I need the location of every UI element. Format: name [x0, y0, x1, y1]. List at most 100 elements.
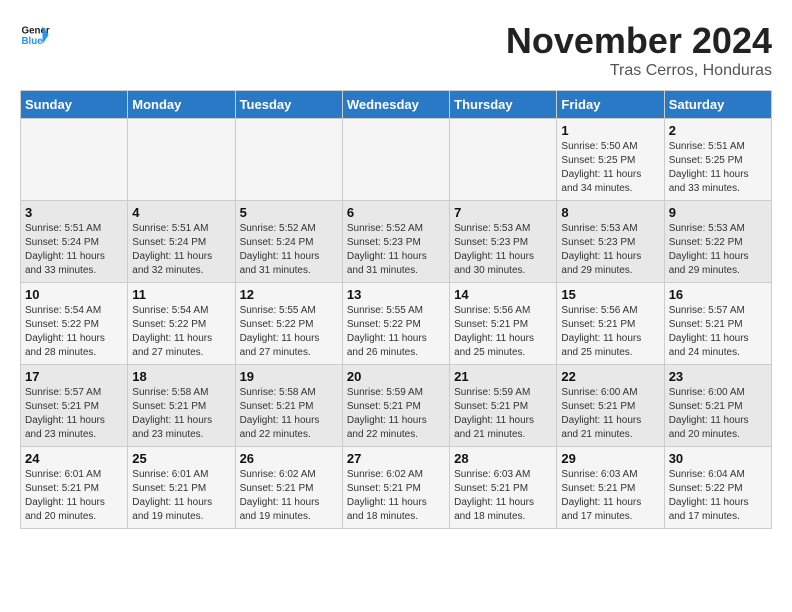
title-block: November 2024 Tras Cerros, Honduras [506, 20, 772, 80]
calendar-cell [450, 119, 557, 201]
day-number: 2 [669, 123, 767, 138]
day-number: 9 [669, 205, 767, 220]
day-info: Sunrise: 6:01 AM Sunset: 5:21 PM Dayligh… [25, 468, 123, 524]
calendar-cell: 26Sunrise: 6:02 AM Sunset: 5:21 PM Dayli… [235, 447, 342, 529]
day-number: 1 [561, 123, 659, 138]
calendar-week-row: 17 Sunrise: 5:57 AM Sunset: 5:21 PM Dayli… [21, 365, 772, 447]
day-info: Sunrise: 5:58 AM Sunset: 5:21 PM Dayligh… [240, 386, 338, 442]
day-number: 3 [25, 205, 123, 220]
calendar-cell: 12Sunrise: 5:55 AM Sunset: 5:22 PM Dayli… [235, 283, 342, 365]
calendar-cell: 1 Sunrise: 5:50 AM Sunset: 5:25 PM Daylig… [557, 119, 664, 201]
calendar-cell: 7Sunrise: 5:53 AM Sunset: 5:23 PM Daylig… [450, 201, 557, 283]
day-info: Sunrise: 5:51 AM Sunset: 5:24 PM Dayligh… [132, 222, 230, 278]
day-number: 13 [347, 287, 445, 302]
day-number: 30 [669, 451, 767, 466]
day-info: Sunrise: 5:53 AM Sunset: 5:22 PM Dayligh… [669, 222, 767, 278]
weekday-header: Tuesday [235, 91, 342, 119]
day-info: Sunrise: 5:52 AM Sunset: 5:24 PM Dayligh… [240, 222, 338, 278]
day-info: Sunrise: 6:00 AM Sunset: 5:21 PM Dayligh… [669, 386, 767, 442]
calendar-cell: 18 Sunrise: 5:58 AM Sunset: 5:21 PM Dayli… [128, 365, 235, 447]
calendar-cell [235, 119, 342, 201]
calendar-cell: 22 Sunrise: 6:00 AM Sunset: 5:21 PM Dayli… [557, 365, 664, 447]
day-info: Sunrise: 6:03 AM Sunset: 5:21 PM Dayligh… [561, 468, 659, 524]
day-info: Sunrise: 5:59 AM Sunset: 5:21 PM Dayligh… [454, 386, 552, 442]
calendar-cell: 24Sunrise: 6:01 AM Sunset: 5:21 PM Dayli… [21, 447, 128, 529]
day-info: Sunrise: 6:04 AM Sunset: 5:22 PM Dayligh… [669, 468, 767, 524]
day-number: 22 [561, 369, 659, 384]
day-info: Sunrise: 5:53 AM Sunset: 5:23 PM Dayligh… [561, 222, 659, 278]
calendar-cell: 20 Sunrise: 5:59 AM Sunset: 5:21 PM Dayli… [342, 365, 449, 447]
day-number: 12 [240, 287, 338, 302]
day-info: Sunrise: 5:51 AM Sunset: 5:24 PM Dayligh… [25, 222, 123, 278]
weekday-header: Friday [557, 91, 664, 119]
weekday-header: Thursday [450, 91, 557, 119]
day-number: 4 [132, 205, 230, 220]
day-info: Sunrise: 5:50 AM Sunset: 5:25 PM Dayligh… [561, 140, 659, 196]
logo: General Blue [20, 20, 50, 50]
day-number: 19 [240, 369, 338, 384]
day-info: Sunrise: 5:57 AM Sunset: 5:21 PM Dayligh… [25, 386, 123, 442]
calendar-cell: 23 Sunrise: 6:00 AM Sunset: 5:21 PM Dayli… [664, 365, 771, 447]
day-info: Sunrise: 6:00 AM Sunset: 5:21 PM Dayligh… [561, 386, 659, 442]
calendar-cell: 30 Sunrise: 6:04 AM Sunset: 5:22 PM Dayli… [664, 447, 771, 529]
page-header: General Blue November 2024 Tras Cerros, … [20, 20, 772, 80]
calendar-cell: 4 Sunrise: 5:51 AM Sunset: 5:24 PM Daylig… [128, 201, 235, 283]
day-number: 25 [132, 451, 230, 466]
day-number: 27 [347, 451, 445, 466]
weekday-header: Saturday [664, 91, 771, 119]
month-title: November 2024 [506, 20, 772, 62]
day-number: 6 [347, 205, 445, 220]
day-info: Sunrise: 5:54 AM Sunset: 5:22 PM Dayligh… [25, 304, 123, 360]
day-number: 23 [669, 369, 767, 384]
svg-text:Blue: Blue [22, 36, 44, 47]
weekday-header: Sunday [21, 91, 128, 119]
calendar-cell [342, 119, 449, 201]
day-number: 16 [669, 287, 767, 302]
day-number: 21 [454, 369, 552, 384]
calendar-week-row: 1 Sunrise: 5:50 AM Sunset: 5:25 PM Daylig… [21, 119, 772, 201]
calendar-cell: 6 Sunrise: 5:52 AM Sunset: 5:23 PM Daylig… [342, 201, 449, 283]
weekday-header: Monday [128, 91, 235, 119]
day-info: Sunrise: 5:59 AM Sunset: 5:21 PM Dayligh… [347, 386, 445, 442]
day-info: Sunrise: 5:52 AM Sunset: 5:23 PM Dayligh… [347, 222, 445, 278]
weekday-header: Wednesday [342, 91, 449, 119]
day-number: 14 [454, 287, 552, 302]
calendar-body: 1 Sunrise: 5:50 AM Sunset: 5:25 PM Daylig… [21, 119, 772, 529]
calendar-cell: 15Sunrise: 5:56 AM Sunset: 5:21 PM Dayli… [557, 283, 664, 365]
calendar-cell: 3 Sunrise: 5:51 AM Sunset: 5:24 PM Daylig… [21, 201, 128, 283]
calendar-cell: 9 Sunrise: 5:53 AM Sunset: 5:22 PM Daylig… [664, 201, 771, 283]
day-info: Sunrise: 5:57 AM Sunset: 5:21 PM Dayligh… [669, 304, 767, 360]
logo-icon: General Blue [20, 20, 50, 50]
calendar-cell: 28 Sunrise: 6:03 AM Sunset: 5:21 PM Dayli… [450, 447, 557, 529]
calendar-cell [21, 119, 128, 201]
calendar-cell: 25Sunrise: 6:01 AM Sunset: 5:21 PM Dayli… [128, 447, 235, 529]
day-info: Sunrise: 5:58 AM Sunset: 5:21 PM Dayligh… [132, 386, 230, 442]
calendar-cell: 16 Sunrise: 5:57 AM Sunset: 5:21 PM Dayli… [664, 283, 771, 365]
calendar-cell: 8Sunrise: 5:53 AM Sunset: 5:23 PM Daylig… [557, 201, 664, 283]
day-info: Sunrise: 6:02 AM Sunset: 5:21 PM Dayligh… [347, 468, 445, 524]
day-number: 20 [347, 369, 445, 384]
day-info: Sunrise: 5:51 AM Sunset: 5:25 PM Dayligh… [669, 140, 767, 196]
calendar-cell: 10Sunrise: 5:54 AM Sunset: 5:22 PM Dayli… [21, 283, 128, 365]
day-info: Sunrise: 6:03 AM Sunset: 5:21 PM Dayligh… [454, 468, 552, 524]
calendar-cell: 2 Sunrise: 5:51 AM Sunset: 5:25 PM Daylig… [664, 119, 771, 201]
day-number: 11 [132, 287, 230, 302]
day-info: Sunrise: 5:56 AM Sunset: 5:21 PM Dayligh… [454, 304, 552, 360]
calendar-cell: 17 Sunrise: 5:57 AM Sunset: 5:21 PM Dayli… [21, 365, 128, 447]
day-number: 18 [132, 369, 230, 384]
location-subtitle: Tras Cerros, Honduras [506, 62, 772, 80]
day-number: 28 [454, 451, 552, 466]
calendar-week-row: 24Sunrise: 6:01 AM Sunset: 5:21 PM Dayli… [21, 447, 772, 529]
calendar-cell: 19 Sunrise: 5:58 AM Sunset: 5:21 PM Dayli… [235, 365, 342, 447]
day-number: 7 [454, 205, 552, 220]
day-number: 17 [25, 369, 123, 384]
calendar-cell: 29 Sunrise: 6:03 AM Sunset: 5:21 PM Dayli… [557, 447, 664, 529]
day-number: 15 [561, 287, 659, 302]
calendar-header-row: SundayMondayTuesdayWednesdayThursdayFrid… [21, 91, 772, 119]
day-number: 29 [561, 451, 659, 466]
day-info: Sunrise: 5:54 AM Sunset: 5:22 PM Dayligh… [132, 304, 230, 360]
calendar-table: SundayMondayTuesdayWednesdayThursdayFrid… [20, 90, 772, 529]
calendar-cell: 11 Sunrise: 5:54 AM Sunset: 5:22 PM Dayli… [128, 283, 235, 365]
calendar-cell: 13Sunrise: 5:55 AM Sunset: 5:22 PM Dayli… [342, 283, 449, 365]
calendar-cell: 27 Sunrise: 6:02 AM Sunset: 5:21 PM Dayli… [342, 447, 449, 529]
